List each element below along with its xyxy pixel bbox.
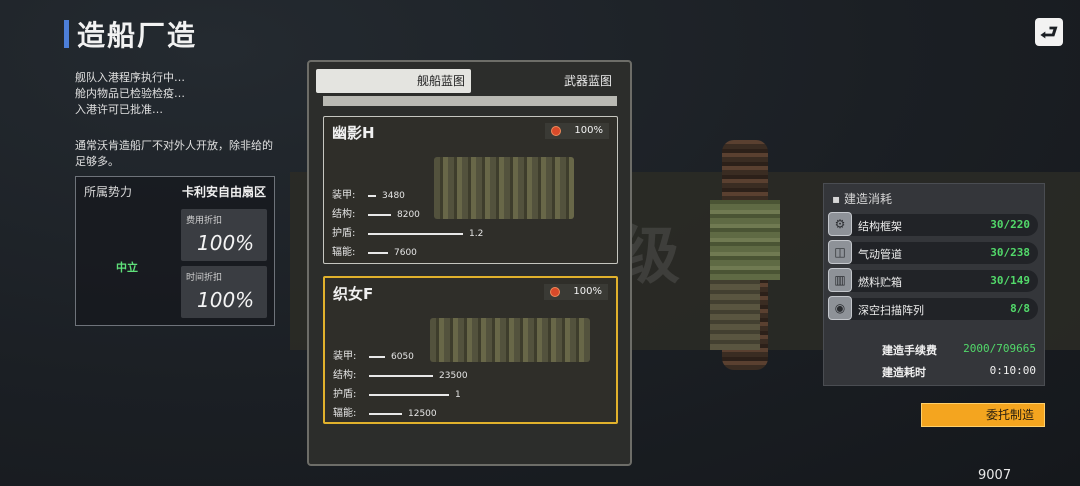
fuel-tank-icon: ▥ [828,268,852,292]
faction-panel: 所属势力 卡利安自由扇区 中立 费用折扣 100% 时间折扣 100% [75,176,275,326]
time-discount-label: 时间折扣 [186,273,223,283]
faction-name: 卡利安自由扇区 [181,185,266,199]
build-fee-label: 建造手续费 [882,344,937,357]
build-cost-title: ▪ 建造消耗 [832,192,892,206]
stat-bar [369,356,385,358]
status-line: 舱内物品已检验检疫… [75,87,185,100]
blueprint-icon [551,126,561,136]
completion-badge: 100% [544,284,608,300]
stat-value: 7600 [394,248,417,258]
cost-item: ◫ 气动管道 30/238 [828,240,1038,264]
stat-value: 6050 [391,352,414,362]
stat-bar [368,195,376,197]
blueprint-icon [550,287,560,297]
blueprint-panel: 舰船蓝图 武器蓝图 幽影H 100% 装甲: 3480 结构: 8200 护盾: 1.2 辐… [307,60,632,466]
fee-discount-label: 费用折扣 [186,216,223,226]
cost-item-value: 30/149 [990,274,1030,287]
stat-bar [368,252,388,254]
stat-row: 护盾: 1.2 [332,227,483,241]
cost-item: ⚙ 结构框架 30/220 [828,212,1038,236]
stat-row: 护盾: 1 [333,388,461,402]
title-accent-bar [64,20,69,48]
time-discount-card: 时间折扣 100% [181,266,267,318]
stat-row: 结构: 8200 [332,208,420,222]
stat-value: 1 [455,390,461,400]
shipyard-notice: 通常沃肯造船厂不对外人开放，除非给的足够多。 [75,139,273,168]
stat-label: 装甲: [332,190,356,201]
stat-label: 装甲: [333,351,357,362]
ship-name: 织女F [333,285,374,303]
cost-item-name: 燃料贮箱 [858,276,902,289]
build-cost-title-text: 建造消耗 [843,192,892,206]
ship-preview-image [430,318,590,362]
tab-ship-blueprints[interactable]: 舰船蓝图 [316,69,471,93]
stat-row: 装甲: 3480 [332,189,405,203]
pipe-icon: ◫ [828,240,852,264]
completion-badge: 100% [545,123,609,139]
stat-row: 结构: 23500 [333,369,468,383]
build-fee-value: 2000/709665 [963,342,1036,355]
stat-value: 23500 [439,371,468,381]
ship-name: 幽影H [332,124,375,142]
selected-ship-render-mid [710,200,780,280]
stat-bar [368,233,463,235]
build-time-value: 0:10:00 [989,364,1036,377]
status-lines: 舰队入港程序执行中… 舱内物品已检验检疫… 入港许可已批准… [75,70,185,118]
previous-card-edge [323,96,617,106]
stat-bar [369,375,433,377]
back-arrow-icon: ⮐ [1040,20,1058,44]
fee-discount-value: 100% [197,231,255,255]
stat-row: 辐能: 7600 [332,246,417,260]
scanner-icon: ◉ [828,296,852,320]
stat-bar [368,214,391,216]
stat-bar [369,394,449,396]
commission-build-button[interactable]: 委托制造 [921,403,1045,427]
ship-preview-image [434,157,574,219]
footer-number: 9007 [978,468,1012,483]
faction-label: 所属势力 [84,185,133,199]
cost-item-value: 30/220 [990,218,1030,231]
stat-row: 装甲: 6050 [333,350,414,364]
cost-item-value: 8/8 [1010,302,1030,315]
stat-value: 3480 [382,191,405,201]
cost-item: ◉ 深空扫描阵列 8/8 [828,296,1038,320]
cost-item: ▥ 燃料贮箱 30/149 [828,268,1038,292]
build-time-label: 建造耗时 [882,366,926,379]
time-discount-value: 100% [197,288,255,312]
build-cost-panel: ▪ 建造消耗 ⚙ 结构框架 30/220 ◫ 气动管道 30/238 ▥ 燃料贮… [823,183,1045,386]
stat-value: 8200 [397,210,420,220]
faction-status: 中立 [116,261,138,274]
stat-label: 护盾: [333,389,357,400]
cost-item-value: 30/238 [990,246,1030,259]
status-line: 舰队入港程序执行中… [75,71,185,84]
tab-weapon-blueprints[interactable]: 武器蓝图 [564,69,624,93]
stat-label: 辐能: [333,408,357,419]
back-button[interactable]: ⮐ [1035,18,1063,46]
completion-percent: 100% [573,286,602,297]
stat-value: 12500 [408,409,437,419]
page-title: 造船厂造 [77,19,198,52]
stat-bar [369,413,402,415]
fee-discount-card: 费用折扣 100% [181,209,267,261]
frame-icon: ⚙ [828,212,852,236]
stat-label: 护盾: [332,228,356,239]
stat-label: 辐能: [332,247,356,258]
ship-card-0[interactable]: 幽影H 100% 装甲: 3480 结构: 8200 护盾: 1.2 辐能: 7600 [323,116,618,264]
stat-value: 1.2 [469,229,484,239]
status-line: 入港许可已批准… [75,103,163,116]
cost-item-name: 深空扫描阵列 [858,304,924,317]
stat-row: 辐能: 12500 [333,407,437,421]
ship-card-1[interactable]: 织女F 100% 装甲: 6050 结构: 23500 护盾: 1 辐能: 12500 [323,276,618,424]
stat-label: 结构: [332,209,356,220]
cost-item-name: 结构框架 [858,220,902,233]
selected-ship-render-engine [710,280,760,350]
cost-item-name: 气动管道 [858,248,902,261]
stat-label: 结构: [333,370,357,381]
completion-percent: 100% [574,125,603,136]
